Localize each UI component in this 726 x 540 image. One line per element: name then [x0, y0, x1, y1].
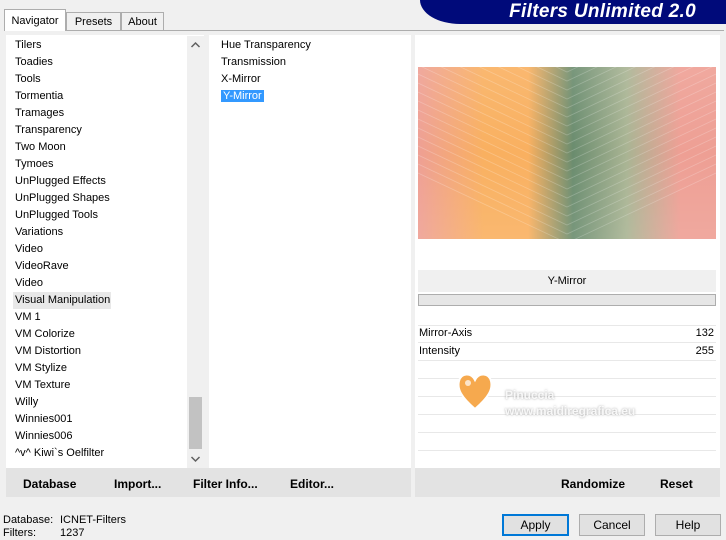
param-label: Mirror-Axis	[419, 327, 473, 339]
category-item[interactable]: UnPlugged Tools	[13, 207, 187, 224]
filter-item-label: X-Mirror	[221, 73, 261, 85]
category-item[interactable]: Tramages	[13, 105, 187, 122]
category-item[interactable]: Toadies	[13, 54, 187, 71]
category-item[interactable]: ^v^ Kiwi`s Oelfilter	[13, 445, 187, 462]
category-item[interactable]: VM Texture	[13, 377, 187, 394]
category-item[interactable]: VideoRave	[13, 258, 187, 275]
category-item[interactable]: Willy	[13, 394, 187, 411]
randomize-button[interactable]: Randomize	[561, 477, 625, 491]
category-item[interactable]: UnPlugged Effects	[13, 173, 187, 190]
category-item[interactable]: Tymoes	[13, 156, 187, 173]
scroll-down-arrow-icon	[190, 456, 201, 463]
category-item[interactable]: Tools	[13, 71, 187, 88]
divider	[418, 360, 716, 361]
category-item[interactable]: UnPlugged Shapes	[13, 190, 187, 207]
database-button[interactable]: Database	[23, 477, 76, 491]
param-mirror-axis[interactable]: Mirror-Axis 132	[418, 325, 716, 342]
tab-underline	[4, 30, 724, 31]
param-value: 132	[695, 327, 714, 339]
param-intensity[interactable]: Intensity 255	[418, 343, 716, 360]
reset-button[interactable]: Reset	[660, 477, 693, 491]
filter-preview-image	[418, 67, 716, 239]
filter-item[interactable]: Y-Mirror	[219, 88, 399, 105]
filters-count-label: Filters:	[3, 527, 36, 539]
tab-navigator[interactable]: Navigator	[4, 9, 66, 31]
category-item[interactable]: Tormentia	[13, 88, 187, 105]
category-item[interactable]: Visual Manipulation	[13, 292, 111, 309]
heart-watermark-icon	[457, 373, 493, 411]
category-item[interactable]: VM 1	[13, 309, 187, 326]
filter-item-label: Y-Mirror	[221, 90, 264, 102]
scroll-up-button[interactable]	[187, 36, 204, 53]
category-list: Tilers Toadies Tools Tormentia Tramages Trans…	[13, 37, 187, 462]
filter-item-label: Transmission	[221, 56, 286, 68]
tab-presets[interactable]: Presets	[66, 12, 121, 30]
param-value: 255	[695, 345, 714, 357]
import-button[interactable]: Import...	[114, 477, 161, 491]
category-item[interactable]: Video	[13, 275, 187, 292]
divider	[418, 432, 716, 433]
param-label: Intensity	[419, 345, 460, 357]
apply-button[interactable]: Apply	[502, 514, 569, 536]
editor-button[interactable]: Editor...	[290, 477, 334, 491]
category-scrollbar[interactable]	[187, 36, 204, 468]
category-item[interactable]: VM Distortion	[13, 343, 187, 360]
cancel-button[interactable]: Cancel	[579, 514, 645, 536]
filter-info-button[interactable]: Filter Info...	[193, 477, 258, 491]
scroll-down-button[interactable]	[187, 451, 204, 468]
filter-item[interactable]: Transmission	[219, 54, 399, 71]
filter-item[interactable]: Hue Transparency	[219, 37, 399, 54]
category-item[interactable]: VM Colorize	[13, 326, 187, 343]
category-item[interactable]: Two Moon	[13, 139, 187, 156]
watermark-url: www.maidiregrafica.eu	[505, 404, 636, 418]
app-title: Filters Unlimited 2.0	[509, 1, 696, 22]
divider	[418, 450, 716, 451]
watermark-name: Pinuccia	[505, 388, 555, 402]
filter-item-label: Hue Transparency	[221, 39, 311, 51]
database-label: Database:	[3, 514, 54, 526]
filters-count-value: 1237	[60, 527, 85, 539]
category-item[interactable]: Winnies006	[13, 428, 187, 445]
filter-item[interactable]: X-Mirror	[219, 71, 399, 88]
scroll-thumb[interactable]	[189, 397, 202, 449]
brand-banner: Filters Unlimited 2.0	[420, 0, 726, 24]
category-item[interactable]: Winnies001	[13, 411, 187, 428]
scroll-up-arrow-icon	[190, 41, 201, 48]
control-title: Y-Mirror	[418, 270, 716, 292]
category-item[interactable]: Transparency	[13, 122, 187, 139]
category-item[interactable]: VM Stylize	[13, 360, 187, 377]
filter-list: Hue Transparency Transmission X-Mirror Y-Mi…	[219, 37, 399, 105]
tab-about[interactable]: About	[121, 12, 164, 30]
category-item[interactable]: Variations	[13, 224, 187, 241]
category-item[interactable]: Video	[13, 241, 187, 258]
help-button[interactable]: Help	[655, 514, 721, 536]
category-item[interactable]: Tilers	[13, 37, 187, 54]
control-slider-track[interactable]	[418, 294, 716, 306]
database-value: ICNET-Filters	[60, 514, 126, 526]
